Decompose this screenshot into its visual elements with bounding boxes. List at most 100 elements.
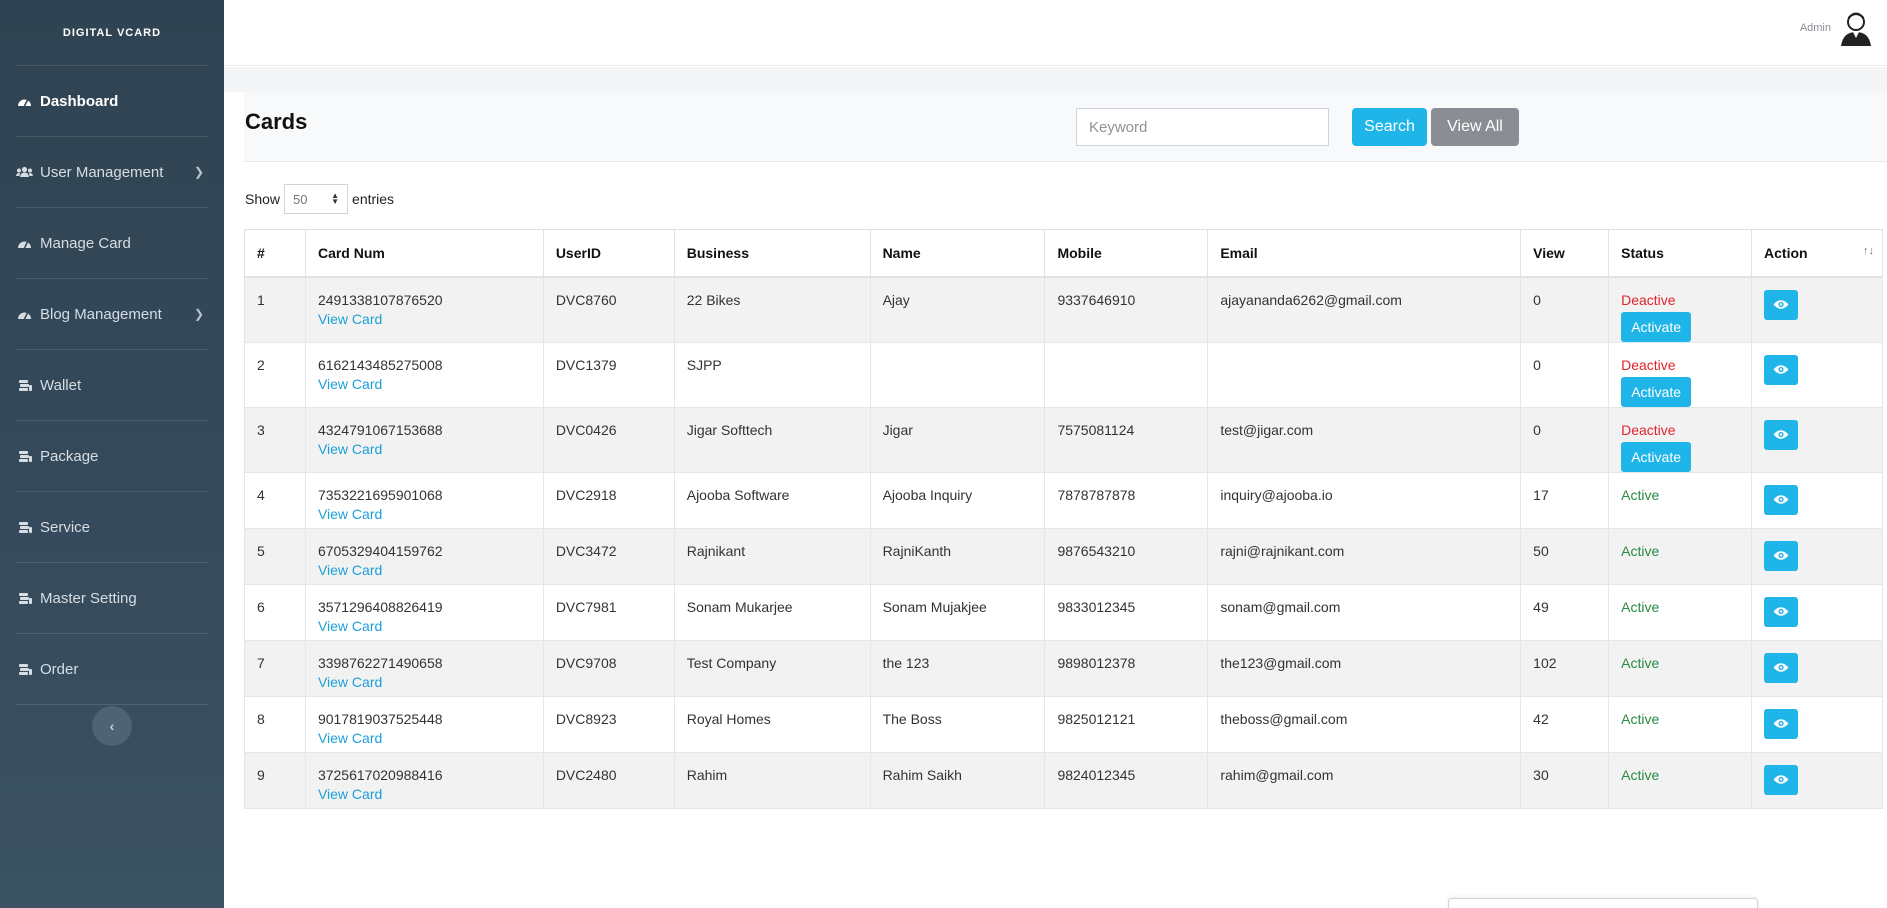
view-button[interactable] (1764, 596, 1799, 627)
cell-view-count-text: 30 (1533, 766, 1549, 783)
view-card-link[interactable]: View Card (318, 376, 531, 392)
view-card-link[interactable]: View Card (318, 786, 531, 802)
cell-card-num-text: 2491338107876520 (317, 291, 443, 308)
view-card-link[interactable]: View Card (318, 506, 531, 522)
view-button[interactable] (1764, 764, 1799, 795)
activate-button[interactable]: Activate (1621, 441, 1692, 472)
cell-email: inquiry@ajooba.io (1207, 471, 1522, 529)
cell-mobile-text: 9833012345 (1057, 598, 1136, 615)
sidebar-nav: Dashboard User Management ❯ Manage Card Blog… (0, 66, 224, 705)
column-header[interactable]: Name (869, 229, 1046, 278)
cell-status: Active (1608, 639, 1753, 697)
column-header[interactable]: Action ↑↓ (1751, 229, 1883, 278)
cell-email: rahim@gmail.com (1207, 751, 1522, 809)
cell-name-text: Jigar (882, 421, 913, 438)
view-button[interactable] (1764, 708, 1799, 739)
eye-icon (1773, 430, 1789, 439)
cell-business: Test Company (673, 639, 871, 697)
column-header[interactable]: Card Num (304, 229, 544, 278)
sidebar-item-blog-management[interactable]: Blog Management ❯ (16, 279, 208, 350)
cell-email-text: test@jigar.com (1220, 421, 1314, 438)
view-card-link[interactable]: View Card (318, 311, 531, 327)
activate-button[interactable]: Activate (1621, 376, 1692, 407)
sidebar-item-dashboard[interactable]: Dashboard (16, 66, 208, 137)
eye-icon (1773, 300, 1789, 309)
status-badge: Active (1621, 486, 1660, 503)
view-button[interactable] (1764, 419, 1799, 450)
sidebar-item-package[interactable]: Package (16, 421, 208, 492)
cell-business-text: 22 Bikes (686, 291, 741, 308)
column-header[interactable]: Business (673, 229, 871, 278)
cell-name-text: The Boss (882, 710, 942, 727)
sidebar-item-label: Order (40, 660, 79, 678)
view-card-link[interactable]: View Card (318, 618, 531, 634)
cell-business: Rahim (673, 751, 871, 809)
cell-view-count-text: 0 (1533, 291, 1541, 308)
eye-icon (1773, 495, 1789, 504)
sidebar-item-wallet[interactable]: Wallet (16, 350, 208, 421)
cell-status: Active (1608, 527, 1753, 585)
search-input[interactable] (1076, 108, 1329, 146)
view-button[interactable] (1764, 484, 1799, 515)
cell-view-count-text: 0 (1533, 421, 1541, 438)
cell-userid: DVC2480 (542, 751, 675, 809)
cell-number: 4 (244, 471, 306, 529)
status-badge: Deactive (1621, 356, 1676, 373)
column-header[interactable]: Status (1608, 229, 1753, 278)
cell-userid: DVC3472 (542, 527, 675, 585)
entries-value: 50 (293, 191, 308, 207)
sidebar-collapse-button[interactable]: ‹ (92, 706, 132, 746)
cell-number-text: 8 (257, 710, 265, 727)
cell-email: sonam@gmail.com (1207, 583, 1522, 641)
sidebar-item-label: Manage Card (40, 234, 131, 252)
sidebar-item-service[interactable]: Service (16, 492, 208, 563)
cell-card-num-text: 7353221695901068 (317, 486, 443, 503)
activate-button[interactable]: Activate (1621, 311, 1692, 342)
sidebar-item-master-setting[interactable]: Master Setting (16, 563, 208, 634)
view-all-button[interactable]: View All (1431, 108, 1519, 146)
column-header[interactable]: Mobile (1044, 229, 1209, 278)
cell-status: Active (1608, 751, 1753, 809)
cell-card-num: 7353221695901068 View Card (304, 471, 544, 529)
cell-name: Rahim Saikh (869, 751, 1046, 809)
sidebar-item-user-management[interactable]: User Management ❯ (16, 137, 208, 208)
view-card-link[interactable]: View Card (318, 562, 531, 578)
view-card-link[interactable]: View Card (318, 674, 531, 690)
column-header[interactable]: UserID (542, 229, 675, 278)
column-header-label: Card Num (317, 244, 385, 261)
cell-card-num-text: 3398762271490658 (317, 654, 443, 671)
view-card-link[interactable]: View Card (318, 441, 531, 457)
view-card-link[interactable]: View Card (318, 730, 531, 746)
view-button[interactable] (1764, 540, 1799, 571)
status-badge: Active (1621, 710, 1660, 727)
avatar-icon (1841, 12, 1871, 46)
cell-business: Rajnikant (673, 527, 871, 585)
cell-mobile-text: 9898012378 (1057, 654, 1136, 671)
sidebar-item-label: Dashboard (40, 92, 119, 110)
cell-userid: DVC2918 (542, 471, 675, 529)
sidebar-item-order[interactable]: Order (16, 634, 208, 705)
column-header[interactable]: # (244, 229, 306, 278)
cell-view-count: 0 (1520, 276, 1610, 343)
cell-email: the123@gmail.com (1207, 639, 1522, 697)
cell-view-count: 17 (1520, 471, 1610, 529)
column-header[interactable]: View (1520, 229, 1610, 278)
search-button[interactable]: Search (1352, 108, 1427, 146)
brand-logo: DIGITAL VCARD (16, 0, 208, 66)
cell-business: Sonam Mukarjee (673, 583, 871, 641)
view-button[interactable] (1764, 354, 1799, 385)
sidebar-item-manage-card[interactable]: Manage Card (16, 208, 208, 279)
sort-icon[interactable]: ↑↓ (1863, 245, 1874, 257)
cell-email-text: rahim@gmail.com (1220, 766, 1334, 783)
status-badge: Active (1621, 766, 1660, 783)
column-header[interactable]: Email (1207, 229, 1522, 278)
cell-number: 2 (244, 341, 306, 408)
cards-table: # Card Num UserID Business Name Mobile Email Vi… (244, 229, 1883, 809)
user-menu[interactable]: Admin (1800, 10, 1873, 46)
view-button[interactable] (1764, 652, 1799, 683)
entries-select[interactable]: 50 ▲ ▼ (284, 184, 349, 214)
cell-userid-text: DVC1379 (555, 356, 617, 373)
cell-action (1751, 341, 1883, 408)
show-label: Show (245, 191, 281, 207)
view-button[interactable] (1764, 289, 1799, 320)
